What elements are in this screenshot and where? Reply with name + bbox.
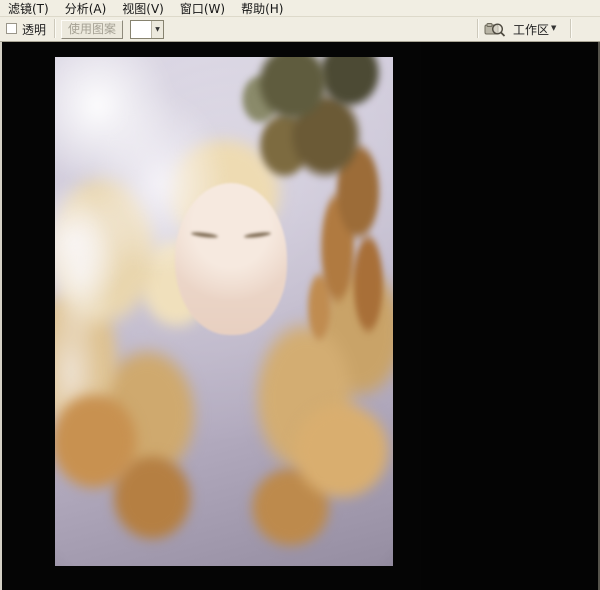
transparent-checkbox-label: 透明 (22, 21, 46, 38)
swatch-dropdown-icon[interactable]: ▼ (152, 21, 163, 38)
menu-item-window[interactable]: 窗口(W) (174, 0, 235, 17)
transparent-checkbox[interactable] (6, 23, 17, 34)
workspace-button[interactable]: 工作区 (513, 21, 549, 38)
workspace-dropdown-icon[interactable]: ▼ (551, 24, 556, 32)
canvas-area[interactable] (2, 42, 421, 590)
use-pattern-button[interactable]: 使用图案 (61, 20, 123, 39)
pattern-swatch[interactable] (131, 21, 152, 38)
menu-item-analysis[interactable]: 分析(A) (59, 0, 117, 17)
options-separator (477, 19, 479, 38)
photoshop-window: 滤镜(T) 分析(A) 视图(V) 窗口(W) 帮助(H) 透明 使用图案 ▼ … (0, 0, 600, 590)
photo-vignette (55, 57, 393, 566)
options-separator (570, 19, 572, 38)
menu-item-filter[interactable]: 滤镜(T) (2, 0, 59, 17)
document-photo[interactable] (55, 57, 393, 566)
options-separator (54, 19, 56, 38)
main-area: » — × 图层 × 动作 通道 历史记录 (0, 42, 600, 590)
menu-item-help[interactable]: 帮助(H) (235, 0, 293, 17)
menu-item-view[interactable]: 视图(V) (116, 0, 174, 17)
tool-options-bar: 透明 使用图案 ▼ 工作区 ▼ (0, 17, 600, 42)
pattern-swatch-picker[interactable]: ▼ (130, 20, 164, 39)
bridge-icon[interactable] (484, 21, 506, 40)
menu-bar: 滤镜(T) 分析(A) 视图(V) 窗口(W) 帮助(H) (0, 0, 600, 17)
